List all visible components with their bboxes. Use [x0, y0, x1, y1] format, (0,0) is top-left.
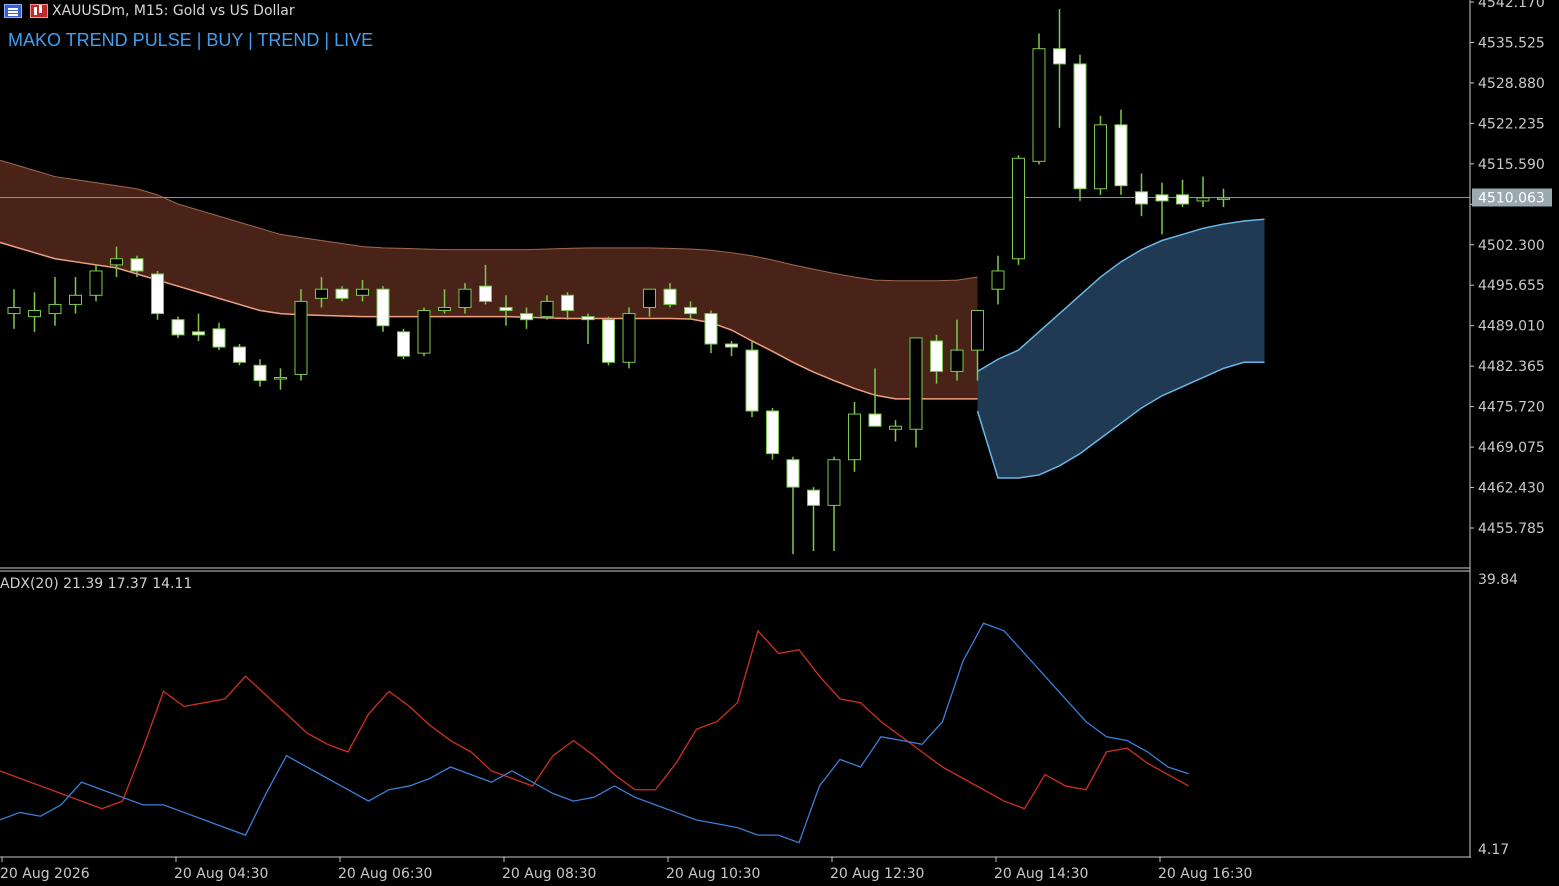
time-tick-label: 20 Aug 2026 [0, 866, 90, 882]
candle-body [540, 300, 554, 318]
candle-body [48, 303, 62, 315]
candle-body [704, 313, 718, 345]
chart-menu-icon[interactable] [4, 4, 22, 18]
candle-body [684, 306, 697, 315]
candle-body [745, 349, 759, 412]
price-tick-label: 4462.430 [1478, 481, 1545, 497]
candle-body [151, 273, 164, 315]
candle-body [889, 425, 902, 430]
price-tick-label: 4489.010 [1478, 319, 1545, 335]
time-tick-label: 20 Aug 12:30 [830, 866, 924, 882]
candle-body [315, 288, 328, 299]
candle-body [1114, 124, 1128, 187]
candle-body [1032, 48, 1046, 162]
candle-body [335, 288, 349, 299]
candle-body [930, 340, 943, 372]
candle-body [971, 310, 984, 351]
price-tick-label: 4502.300 [1478, 238, 1545, 254]
candle-body [827, 459, 841, 506]
current-price-label: 4510.063 [1478, 191, 1545, 207]
chart-background [0, 0, 1559, 886]
candle-body [1217, 197, 1230, 200]
price-tick-label: 4495.655 [1478, 278, 1545, 294]
price-tick-label: 4455.785 [1478, 521, 1545, 537]
candle-body [7, 306, 21, 315]
time-tick-label: 20 Aug 16:30 [1158, 866, 1252, 882]
candle-body [1135, 191, 1148, 205]
time-tick-label: 20 Aug 04:30 [174, 866, 268, 882]
candle-body [950, 349, 964, 372]
candle-body [89, 270, 103, 296]
candle-body [110, 258, 123, 266]
candle-body [171, 319, 185, 336]
candle-body [725, 343, 738, 348]
candle-body [458, 288, 472, 308]
adx-tick-label: 4.17 [1478, 842, 1509, 858]
candle-body [581, 316, 595, 321]
candle-body [663, 288, 677, 305]
candle-body [417, 310, 431, 354]
candle-body [807, 489, 820, 506]
candle-body [602, 319, 615, 363]
candle-body [1073, 63, 1087, 190]
adx-indicator-label: ADX(20) 21.39 17.37 14.11 [0, 576, 193, 592]
adx-tick-label: 39.84 [1478, 572, 1518, 588]
time-tick-label: 20 Aug 14:30 [994, 866, 1088, 882]
candle-body [786, 459, 800, 488]
price-tick-label: 4469.075 [1478, 440, 1545, 456]
candle-body [438, 306, 451, 312]
candle-body [499, 306, 513, 312]
candle-body [28, 310, 41, 318]
candle-body [1196, 197, 1210, 202]
candle-body [868, 413, 882, 427]
candle-body [192, 331, 205, 336]
price-tick-label: 4515.590 [1478, 157, 1545, 173]
time-tick-label: 20 Aug 10:30 [666, 866, 760, 882]
price-tick-label: 4522.235 [1478, 116, 1545, 132]
candle-body [274, 377, 287, 380]
candle-body [253, 364, 267, 382]
price-tick-label: 4535.525 [1478, 35, 1545, 51]
candle-body [622, 313, 636, 363]
time-tick-label: 20 Aug 06:30 [338, 866, 432, 882]
candle-body [212, 328, 226, 348]
candle-body [1176, 194, 1189, 205]
candle-body [356, 288, 369, 296]
price-tick-label: 4475.720 [1478, 400, 1545, 416]
candle-body [233, 346, 246, 363]
candle-body [848, 413, 861, 461]
candle-body [909, 337, 923, 430]
price-tick-label: 4542.170 [1478, 0, 1545, 11]
candle-body [766, 410, 779, 455]
bar-chart-icon[interactable] [30, 4, 48, 18]
candle-body [294, 300, 308, 375]
price-tick-label: 4528.880 [1478, 76, 1545, 92]
price-chart: 4542.170 4535.525 4528.880 4522.235 4515.590… [0, 0, 1559, 886]
candle-body [1155, 194, 1169, 202]
candle-body [1012, 157, 1025, 260]
signal-label: MAKO TREND PULSE | BUY | TREND | LIVE [8, 30, 374, 50]
candle-body [130, 258, 144, 272]
candle-body [991, 270, 1005, 290]
price-tick-label: 4482.365 [1478, 359, 1545, 375]
candle-body [397, 331, 410, 357]
candle-body [520, 313, 533, 321]
symbol-title: XAUUSDm, M15: Gold vs US Dollar [52, 3, 295, 19]
candle-body [376, 288, 390, 327]
time-tick-label: 20 Aug 08:30 [502, 866, 596, 882]
candle-body [1094, 124, 1107, 190]
chart-header: XAUUSDm, M15: Gold vs US Dollar [0, 0, 295, 22]
candle-body [479, 285, 492, 302]
candle-body [561, 294, 574, 312]
candle-body [643, 288, 656, 308]
candle-body [1053, 48, 1066, 65]
candle-body [69, 294, 82, 305]
